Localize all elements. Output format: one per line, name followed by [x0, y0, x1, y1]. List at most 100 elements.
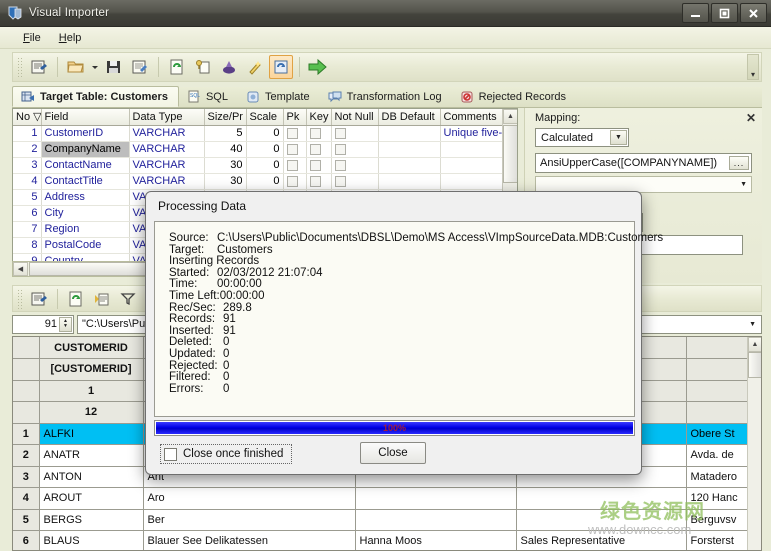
tab-template[interactable]: Template	[238, 86, 320, 107]
col-no[interactable]: No ▽	[13, 109, 41, 125]
maximize-button[interactable]	[711, 3, 738, 23]
execute-icon[interactable]	[269, 55, 293, 79]
cell-contacttitle[interactable]	[516, 509, 686, 531]
cell-customerid[interactable]: ANATR	[39, 445, 143, 467]
cell-customerid[interactable]: BLAUS	[39, 531, 143, 551]
table-row[interactable]: 4ContactTitleVARCHAR300[CONTACTTITLE]	[13, 173, 518, 189]
table-row[interactable]: 2CompanyNameVARCHAR400[COMPANYNAME]	[13, 141, 518, 157]
cell-contactname[interactable]	[355, 488, 516, 510]
edit-icon[interactable]	[128, 55, 152, 79]
col-not-null[interactable]: Not Null	[331, 109, 378, 125]
refresh-data-icon[interactable]	[64, 287, 88, 311]
ink-icon[interactable]	[217, 55, 241, 79]
data-grid-vertical-scrollbar[interactable]: ▲	[747, 337, 761, 550]
spin-down-icon[interactable]: ▼	[63, 324, 68, 329]
column-width-customerid[interactable]: 12	[39, 402, 143, 424]
chevron-down-icon[interactable]: ▼	[749, 321, 756, 328]
key-checkbox[interactable]	[310, 160, 321, 171]
minimize-button[interactable]	[682, 3, 709, 23]
table-row[interactable]: 1CustomerIDVARCHAR50Unique five-[CUSTOME…	[13, 125, 518, 141]
notnull-checkbox[interactable]	[335, 144, 346, 155]
column-width-address[interactable]	[686, 402, 748, 424]
pk-checkbox[interactable]	[287, 176, 298, 187]
col-key[interactable]: Key	[306, 109, 331, 125]
copy-icon[interactable]	[191, 55, 215, 79]
cell-contacttitle[interactable]	[516, 488, 686, 510]
menu-item-file[interactable]: File	[16, 30, 48, 46]
filter-icon[interactable]	[116, 287, 140, 311]
chevron-down-icon[interactable]: ▼	[610, 130, 627, 145]
toolbar-overflow-button[interactable]: ▾	[747, 54, 759, 80]
cell-customerid[interactable]: BERGS	[39, 509, 143, 531]
scroll-left-icon[interactable]: ◀	[13, 262, 28, 276]
column-mapped-customerid[interactable]: [CUSTOMERID]	[39, 359, 143, 381]
scroll-up-icon[interactable]: ▲	[503, 109, 518, 124]
tab-rejected-records[interactable]: Rejected Records	[452, 86, 576, 107]
close-button[interactable]: Close	[360, 442, 426, 464]
pk-checkbox[interactable]	[287, 160, 298, 171]
tab-transformation-log[interactable]: Transformation Log	[320, 86, 452, 107]
checkbox-box[interactable]	[164, 448, 177, 461]
expression-field[interactable]: AnsiUpperCase([COMPANYNAME]) ...	[535, 153, 752, 173]
close-button[interactable]	[740, 3, 767, 23]
pk-checkbox[interactable]	[287, 144, 298, 155]
col-size[interactable]: Size/Pr	[204, 109, 246, 125]
col-scale[interactable]: Scale	[246, 109, 283, 125]
col-db-default[interactable]: DB Default	[378, 109, 440, 125]
cell-customerid[interactable]: ANTON	[39, 466, 143, 488]
column-mapped-address[interactable]	[686, 359, 748, 381]
notnull-checkbox[interactable]	[335, 176, 346, 187]
properties-icon[interactable]	[27, 287, 51, 311]
column-index-address[interactable]	[686, 380, 748, 402]
table-row[interactable]: 3ContactNameVARCHAR300[CONTACTNAME]	[13, 157, 518, 173]
toolbar-grip[interactable]	[17, 57, 23, 77]
notnull-checkbox[interactable]	[335, 160, 346, 171]
tab-target-table[interactable]: Target Table: Customers	[12, 86, 179, 107]
cell-address[interactable]: Obere St	[686, 423, 748, 445]
table-row[interactable]: 5 BERGS Ber Berguvsv	[13, 509, 748, 531]
col-pk[interactable]: Pk	[283, 109, 306, 125]
cell-contactname[interactable]	[355, 509, 516, 531]
col-data-type[interactable]: Data Type	[129, 109, 204, 125]
spinner-arrows-icon[interactable]: ▲ ▼	[59, 317, 72, 332]
corner-cell[interactable]	[13, 337, 39, 359]
notnull-checkbox[interactable]	[335, 128, 346, 139]
tab-sql[interactable]: SQL SQL	[179, 86, 238, 107]
col-field[interactable]: Field	[41, 109, 129, 125]
scroll-thumb[interactable]	[503, 125, 518, 183]
scroll-up-icon[interactable]: ▲	[748, 337, 762, 352]
cell-customerid[interactable]: AROUT	[39, 488, 143, 510]
column-name-customerid[interactable]: CUSTOMERID	[39, 337, 143, 359]
cell-companyname[interactable]: Blauer See Delikatessen	[143, 531, 355, 551]
wand-icon[interactable]	[243, 55, 267, 79]
chevron-down-icon[interactable]: ▼	[740, 181, 747, 188]
data-toolbar-grip[interactable]	[17, 289, 23, 309]
expression-builder-button[interactable]: ...	[729, 156, 749, 170]
key-checkbox[interactable]	[310, 176, 321, 187]
close-icon[interactable]: ✕	[746, 111, 756, 125]
close-once-finished-checkbox[interactable]: Close once finished	[160, 444, 292, 464]
cell-companyname[interactable]: Ber	[143, 509, 355, 531]
insert-row-icon[interactable]	[90, 287, 114, 311]
table-row[interactable]: 6 BLAUS Blauer See Delikatessen Hanna Mo…	[13, 531, 748, 551]
save-icon[interactable]	[102, 55, 126, 79]
cell-companyname[interactable]: Aro	[143, 488, 355, 510]
key-checkbox[interactable]	[310, 144, 321, 155]
key-checkbox[interactable]	[310, 128, 321, 139]
run-arrow-icon[interactable]	[306, 55, 330, 79]
column-name-address[interactable]	[686, 337, 748, 359]
refresh-icon[interactable]	[165, 55, 189, 79]
properties-icon[interactable]	[27, 55, 51, 79]
record-count-spinner[interactable]: 91 ▲ ▼	[12, 315, 74, 334]
column-index-customerid[interactable]: 1	[39, 380, 143, 402]
cell-address[interactable]: Matadero	[686, 466, 748, 488]
col-comments[interactable]: Comments	[440, 109, 502, 125]
scroll-thumb[interactable]	[748, 352, 762, 378]
cell-address[interactable]: Avda. de	[686, 445, 748, 467]
cell-address[interactable]: Forsterst	[686, 531, 748, 551]
open-icon[interactable]	[64, 55, 88, 79]
cell-address[interactable]: Berguvsv	[686, 509, 748, 531]
menu-item-help[interactable]: Help	[52, 30, 89, 46]
cell-contactname[interactable]: Hanna Moos	[355, 531, 516, 551]
cell-customerid[interactable]: ALFKI	[39, 423, 143, 445]
